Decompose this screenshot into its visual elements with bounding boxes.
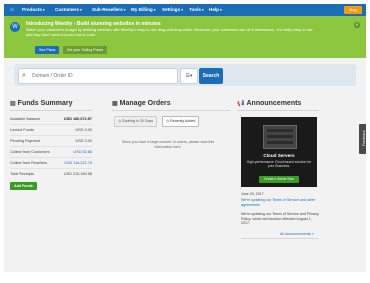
announcements-title: 📢 Announcements [237, 100, 302, 107]
announcements-divider [237, 110, 319, 111]
tab-recently-added[interactable]: ◷ Recently Added [162, 116, 200, 127]
fund-label: Pending Payment [10, 139, 40, 143]
fund-row-collect-customers: Collect from Customers USD 52.86 [10, 147, 92, 158]
orders-divider [112, 110, 230, 111]
fund-value: USD 180,072.57 [63, 117, 92, 121]
chevron-down-icon: ▾ [201, 8, 204, 12]
search-button[interactable]: Search [199, 68, 223, 84]
fund-label: Collect from Customers [10, 150, 50, 154]
order-tabs: ◷ Expiring in 30 Days ◷ Recently Added [114, 116, 234, 127]
search-input[interactable] [32, 71, 172, 81]
coins-icon: ▤ [10, 101, 16, 107]
chevron-down-icon: ▾ [42, 8, 45, 12]
nav-item-help[interactable]: Help▾ [209, 4, 222, 16]
nav-item-sub-resellers[interactable]: Sub-Resellers▾ [92, 4, 125, 16]
home-icon[interactable]: ⌂ [10, 7, 17, 13]
fund-row-collect-resellers: Collect from Resellers USD 116,221.79 [10, 158, 92, 169]
close-icon[interactable]: ✕ [354, 22, 360, 28]
fund-row-available: Available Balance USD 180,072.57 [10, 114, 92, 125]
fund-value-link[interactable]: USD 52.86 [73, 147, 92, 157]
add-funds-button[interactable]: Add Funds [10, 182, 37, 190]
announcements-bottom-divider [241, 238, 319, 239]
promo-subtitle: High-performance Cloud based solution fo… [246, 160, 312, 169]
fund-value: USD 210,160.58 [63, 172, 92, 176]
manage-orders-title: ▦ Manage Orders [112, 100, 171, 107]
tab-expiring[interactable]: ◷ Expiring in 30 Days [114, 116, 158, 127]
fund-row-total: Total Receipts USD 210,160.58 [10, 169, 92, 179]
create-server-button[interactable]: Create a Server Now [259, 176, 299, 183]
fund-label: Total Receipts [10, 172, 34, 176]
nav-item-settings[interactable]: Settings▾ [162, 4, 183, 16]
promo-title: Cloud Servers [263, 153, 295, 158]
feedback-tab[interactable]: Feedback [359, 124, 366, 154]
search-area: ⌕ ☰▾ Search [14, 64, 356, 86]
search-icon: ⌕ [22, 72, 26, 79]
search-box: ⌕ [18, 68, 178, 84]
orders-message: Since you have a large number of orders,… [121, 140, 215, 149]
all-announcements-link[interactable]: All announcements » [280, 232, 314, 236]
megaphone-icon: 📢 [237, 101, 245, 107]
promo-banner: W Introducing Weebly - Build stunning we… [4, 16, 366, 58]
list-icon: ☰▾ [185, 73, 193, 79]
feedback-label: Feedback [362, 130, 366, 146]
funds-divider [10, 110, 92, 111]
fund-value-link[interactable]: USD 116,221.79 [64, 158, 92, 168]
nav-item-products[interactable]: Products▾ [22, 4, 45, 16]
fund-value: USD 0.00 [75, 139, 92, 143]
filter-dropdown[interactable]: ☰▾ [180, 68, 198, 84]
nav-item-my-billing[interactable]: My Billing▾ [131, 4, 155, 16]
fund-label: Available Balance [10, 117, 41, 121]
nav-item-customers[interactable]: Customers▾ [55, 4, 82, 16]
banner-title: Introducing Weebly - Build stunning webs… [26, 21, 161, 27]
fund-label: Locked Funds [10, 128, 34, 132]
see-plans-button[interactable]: See Plans [35, 46, 60, 54]
fund-row-pending: Pending Payment USD 0.00 [10, 136, 92, 147]
banner-text: Match your customer's budget by building… [26, 28, 313, 37]
top-nav: ⌂ Products▾ Customers▾ Sub-Resellers▾ My… [4, 4, 366, 16]
chevron-down-icon: ▾ [153, 8, 156, 12]
funds-summary-title: ▤ Funds Summary [10, 100, 73, 107]
fund-row-locked: Locked Funds USD 0.00 [10, 125, 92, 136]
set-prices-button[interactable]: Set your Selling Prices [63, 46, 108, 54]
page-frame: ⌂ Products▾ Customers▾ Sub-Resellers▾ My… [4, 4, 366, 272]
orders-icon: ▦ [112, 101, 118, 107]
chevron-down-icon: ▾ [80, 8, 82, 12]
weebly-icon: W [10, 22, 20, 32]
cloud-servers-promo[interactable]: Cloud Servers High-performance Cloud bas… [241, 117, 317, 187]
chevron-down-icon: ▾ [181, 8, 183, 12]
cart-label: Bag [349, 7, 357, 12]
server-icon [263, 125, 297, 149]
chevron-down-icon: ▾ [219, 8, 222, 12]
fund-label: Collect from Resellers [10, 161, 48, 165]
fund-value: USD 0.00 [75, 128, 92, 132]
announcement-date: June 30, 2017 [241, 192, 264, 196]
chevron-down-icon: ▾ [123, 8, 126, 12]
announcement-link[interactable]: We're updating our Terms of Service and … [241, 198, 321, 207]
cart-button[interactable]: Bag [344, 6, 362, 14]
nav-item-tools[interactable]: Tools▾ [189, 4, 204, 16]
announcement-text: We're updating our Terms of Service and … [241, 212, 319, 226]
